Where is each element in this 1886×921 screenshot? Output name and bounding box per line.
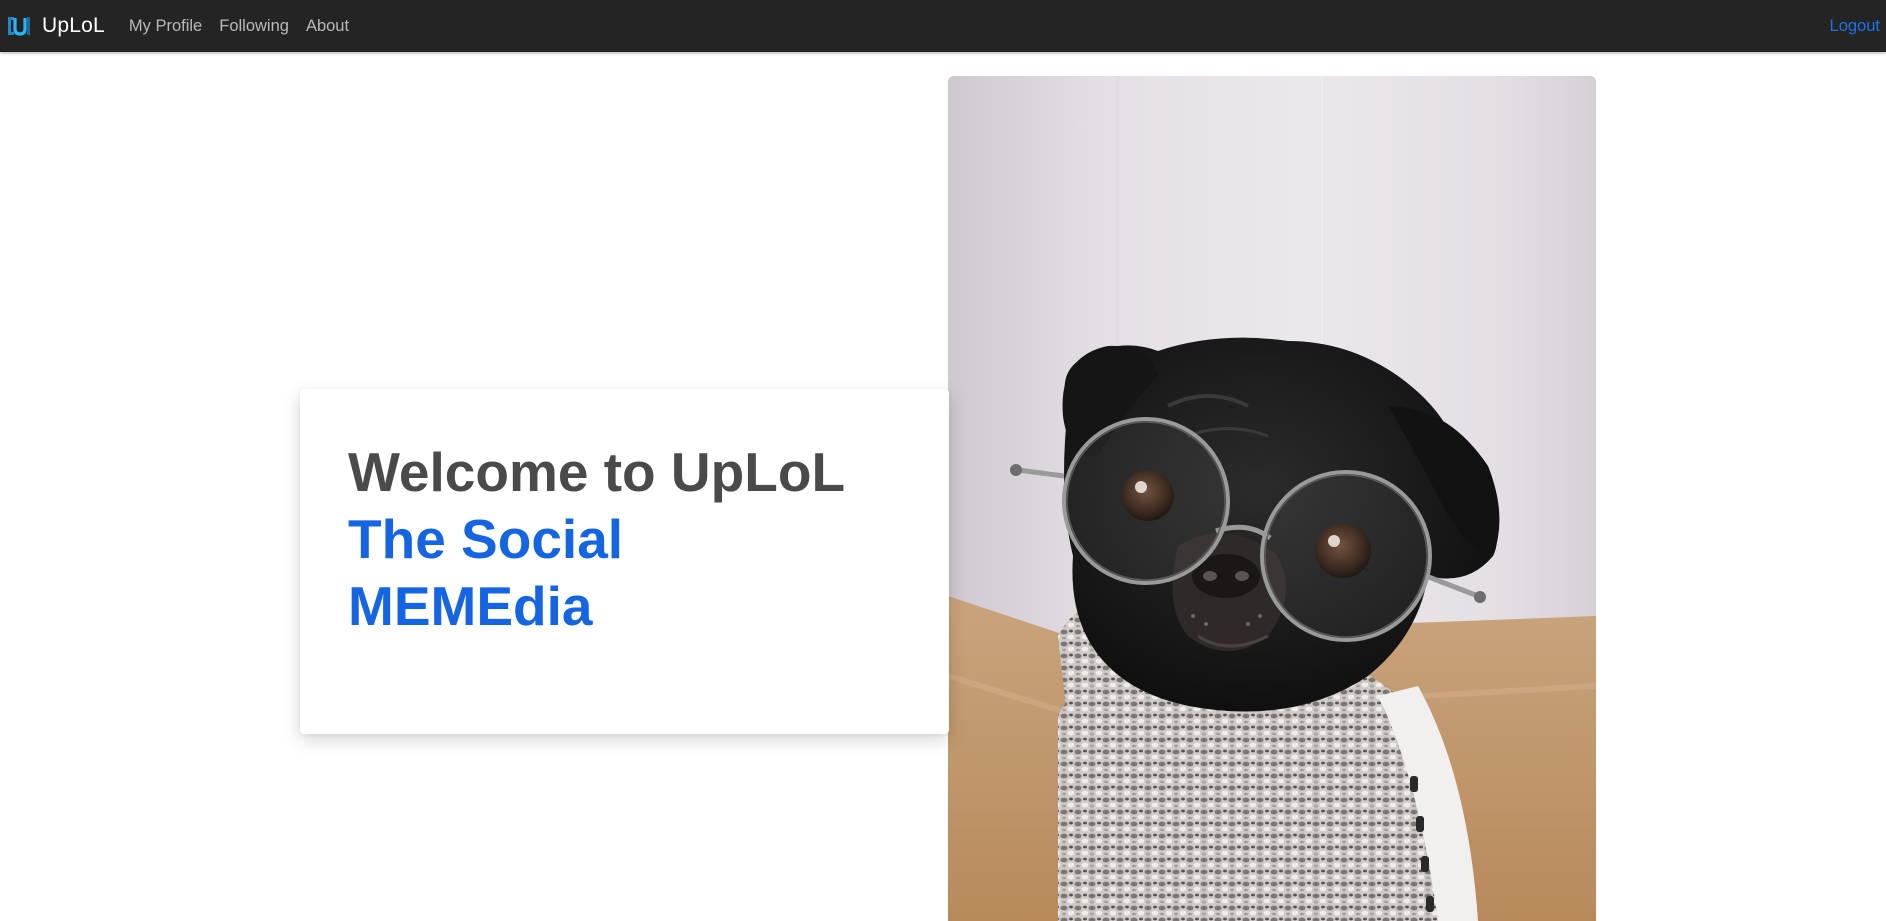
uplol-logo-icon	[6, 14, 34, 38]
welcome-title: Welcome to UpLoL	[348, 441, 846, 503]
nav-links: My Profile Following About	[129, 0, 366, 52]
pug-with-glasses-illustration	[948, 76, 1596, 921]
pug-photo	[948, 76, 1596, 921]
brand-name: UpLoL	[42, 14, 105, 37]
welcome-card: Welcome to UpLoL The Social MEMEdia	[300, 389, 949, 734]
nav-about-link[interactable]: About	[306, 17, 349, 36]
nav-my-profile-link[interactable]: My Profile	[129, 17, 202, 36]
nav-following-link[interactable]: Following	[219, 17, 289, 36]
top-navbar: UpLoL My Profile Following About Logout	[0, 0, 1886, 52]
welcome-subtitle: The Social MEMEdia	[348, 508, 624, 637]
logout-link[interactable]: Logout	[1830, 0, 1880, 52]
brand-home-link[interactable]: UpLoL	[6, 0, 105, 52]
